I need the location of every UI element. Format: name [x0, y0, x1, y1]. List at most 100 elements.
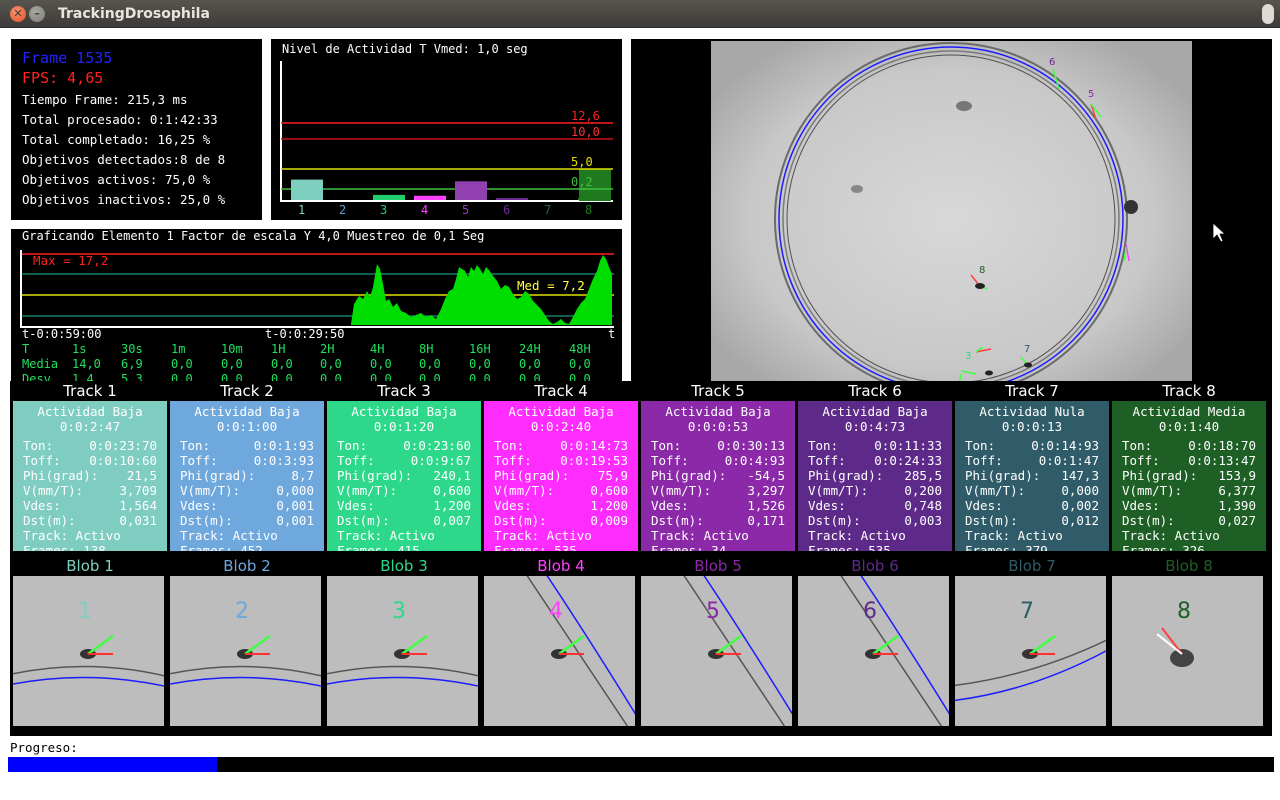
- track-field-label: Ton:: [1122, 438, 1153, 453]
- track-title-7: Track 7: [1005, 382, 1059, 400]
- track-field-vdes: Vdes: 1,200: [494, 498, 628, 513]
- blob-view-8: 8: [1112, 576, 1263, 726]
- track-field-value: 0,600: [590, 483, 628, 498]
- track-field-label: Dst(m):: [965, 513, 1018, 528]
- stat-inactive: Objetivos inactivos: 25,0 %: [22, 192, 226, 207]
- track-field-label: Vdes:: [23, 498, 61, 513]
- activity-category-label: 8: [585, 203, 592, 217]
- arena-debris: [1124, 200, 1138, 214]
- frame-counter: Frame 1535: [22, 49, 113, 67]
- track-time: 0:0:2:47: [59, 419, 121, 434]
- track-field-phi: Phi(grad): -54,5: [651, 468, 785, 483]
- progress-bar: [8, 757, 1274, 772]
- activity-category-label: 2: [339, 203, 346, 217]
- track-field-value: 0:0:18:70: [1188, 438, 1256, 453]
- track-activity: Actividad Baja: [822, 404, 928, 419]
- track-field-label: Toff:: [651, 453, 689, 468]
- track-field-label: Vdes:: [337, 498, 375, 513]
- track-field-value: 0:0:1:47: [1038, 453, 1099, 468]
- track-field-value: 0:0:23:70: [89, 438, 157, 453]
- track-field-phi: Phi(grad): 285,5: [808, 468, 942, 483]
- track-field-ton: Ton: 0:0:18:70: [1122, 438, 1256, 453]
- track-field-value: 0:0:30:13: [717, 438, 785, 453]
- graph-tick-start: t-0:0:59:00: [22, 327, 101, 341]
- svg-text:7: 7: [1024, 344, 1030, 355]
- track-title-2: Track 2: [220, 382, 274, 400]
- stat-total-completed: Total completado: 16,25 %: [22, 132, 211, 147]
- blob-title-2: Blob 2: [223, 557, 271, 575]
- track-field-vdes: Vdes: 1,526: [651, 498, 785, 513]
- track-field-vdes: Vdes: 1,564: [23, 498, 157, 513]
- track-field-label: Phi(grad):: [1122, 468, 1198, 483]
- window-scroll-handle[interactable]: [1262, 4, 1274, 24]
- track-field-v: V(mm/T): 0,000: [180, 483, 314, 498]
- stat-active: Objetivos activos: 75,0 %: [22, 172, 211, 187]
- blob-title-8: Blob 8: [1165, 557, 1213, 575]
- track-frames: Frames: 326: [1122, 543, 1205, 551]
- track-field-label: V(mm/T):: [651, 483, 712, 498]
- track-field-value: 0,027: [1218, 513, 1256, 528]
- track-card-7: Actividad Nula 0:0:0:13 Ton: 0:0:14:93 Toff:…: [955, 401, 1109, 551]
- track-field-value: 1,526: [747, 498, 785, 513]
- graph-table-media-cell: 0,0: [519, 357, 541, 371]
- track-activity: Actividad Baja: [37, 404, 143, 419]
- track-field-vdes: Vdes: 0,748: [808, 498, 942, 513]
- track-field-label: Toff:: [180, 453, 218, 468]
- track-field-value: 0:0:24:33: [874, 453, 942, 468]
- blob-number: 4: [549, 599, 563, 624]
- track-field-value: 0:0:14:73: [560, 438, 628, 453]
- track-field-label: V(mm/T):: [808, 483, 869, 498]
- track-field-value: 147,3: [1061, 468, 1099, 483]
- track-frames: Frames: 138: [23, 543, 106, 551]
- graph-table-header-cell: T: [22, 342, 29, 356]
- track-field-value: 0,000: [276, 483, 314, 498]
- track-field-label: Ton:: [808, 438, 839, 453]
- track-field-value: 0,200: [904, 483, 942, 498]
- track-field-value: 0:0:11:33: [874, 438, 942, 453]
- track-field-v: V(mm/T): 0,600: [494, 483, 628, 498]
- track-field-dst: Dst(m): 0,012: [965, 513, 1099, 528]
- activity-category-label: 5: [462, 203, 469, 217]
- track-field-value: 0,748: [904, 498, 942, 513]
- track-frames: Frames: 379: [965, 543, 1048, 551]
- track-field-label: Dst(m):: [808, 513, 861, 528]
- track-field-label: Dst(m):: [651, 513, 704, 528]
- minimize-button[interactable]: –: [29, 6, 45, 22]
- blob-view-2: 2: [170, 576, 321, 726]
- activity-bar-3: [373, 194, 405, 200]
- track-field-value: 0:0:3:93: [253, 453, 314, 468]
- graph-table-header-cell: 16H: [469, 342, 491, 356]
- blob-number: 7: [1020, 599, 1034, 624]
- activity-threshold-label: 5,0: [571, 155, 593, 169]
- track-field-dst: Dst(m): 0,009: [494, 513, 628, 528]
- arena-panel: 8 6 5 7 3: [631, 39, 1272, 400]
- track-field-dst: Dst(m): 0,003: [808, 513, 942, 528]
- track-status: Track: Activo: [808, 528, 906, 543]
- track-field-v: V(mm/T): 6,377: [1122, 483, 1256, 498]
- track-status: Track: Activo: [23, 528, 121, 543]
- activity-chart: Nivel de Actividad T Vmed: 1,0 seg 12,6 1…: [280, 42, 613, 217]
- activity-threshold-label: 0,2: [571, 175, 593, 189]
- track-field-phi: Phi(grad): 8,7: [180, 468, 314, 483]
- track-field-label: Phi(grad):: [337, 468, 413, 483]
- track-card-1: Actividad Baja 0:0:2:47 Ton: 0:0:23:70 Toff:…: [13, 401, 167, 551]
- activity-category-label: 1: [298, 203, 305, 217]
- track-field-value: 153,9: [1218, 468, 1256, 483]
- blob-title-1: Blob 1: [66, 557, 114, 575]
- graph-max-label: Max = 17,2: [33, 253, 108, 268]
- blob-image: 7: [955, 576, 1106, 726]
- blob-number: 1: [78, 599, 92, 624]
- track-card-5: Actividad Baja 0:0:0:53 Ton: 0:0:30:13 Toff:…: [641, 401, 795, 551]
- track-field-v: V(mm/T): 0,000: [965, 483, 1099, 498]
- track-field-toff: Toff: 0:0:24:33: [808, 453, 942, 468]
- track-field-value: 21,5: [126, 468, 157, 483]
- graph-table-media-cell: 0,0: [370, 357, 392, 371]
- track-field-toff: Toff: 0:0:1:47: [965, 453, 1099, 468]
- close-button[interactable]: ✕: [10, 6, 26, 22]
- track-field-value: 0,600: [433, 483, 471, 498]
- svg-text:5: 5: [1088, 89, 1094, 100]
- blob-view-7: 7: [955, 576, 1106, 726]
- blob-image: 8: [1112, 576, 1263, 726]
- window-title: TrackingDrosophila: [58, 6, 210, 22]
- blob-image: 4: [484, 576, 635, 726]
